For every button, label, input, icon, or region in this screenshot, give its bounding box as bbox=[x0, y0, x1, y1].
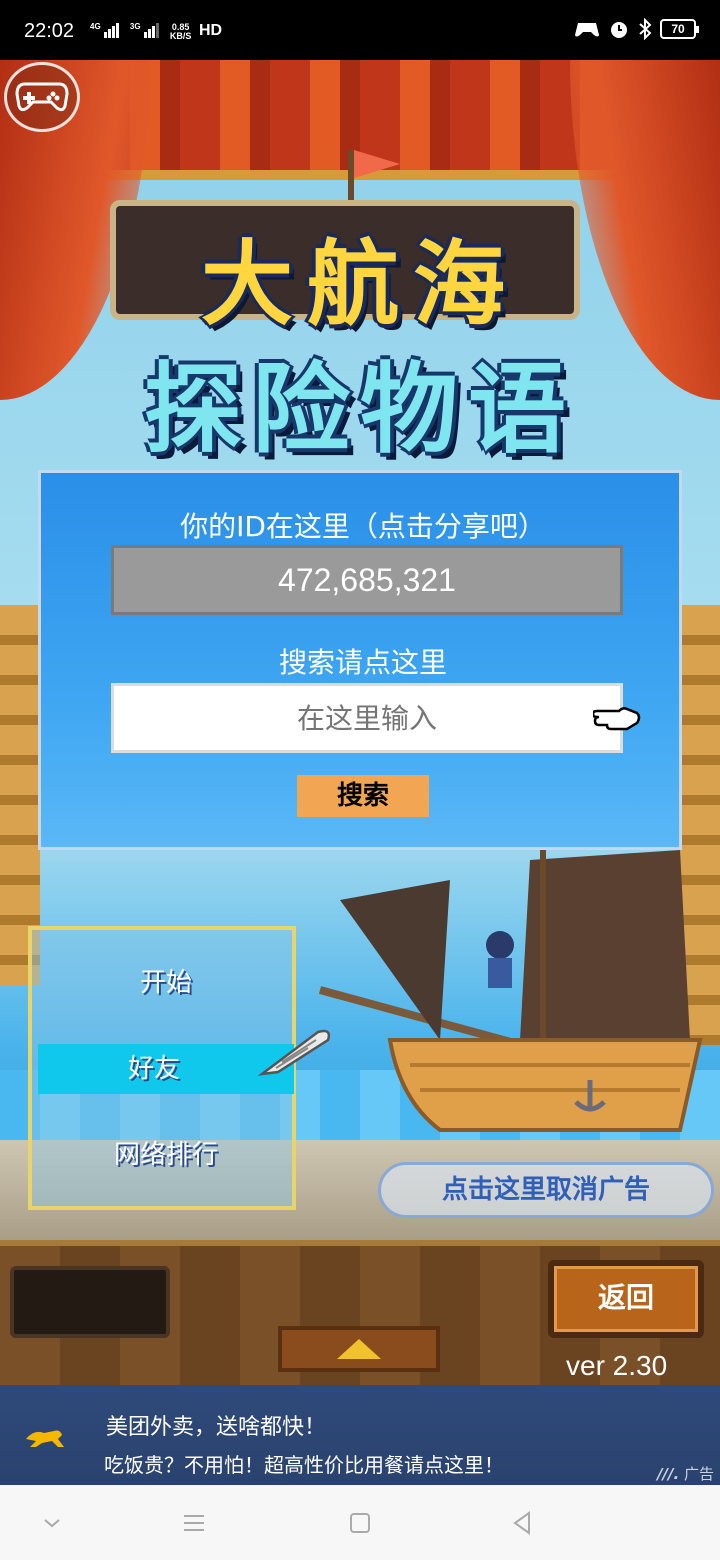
gamepad-icon bbox=[15, 82, 69, 112]
alarm-icon bbox=[611, 22, 627, 38]
status-time: 22:02 bbox=[24, 20, 75, 42]
bluetooth-icon bbox=[639, 18, 652, 40]
game-screen: 大航海 探险物语 你的ID在这里（点击分享吧） 472,685,321 搜索请点… bbox=[0, 60, 720, 1385]
game-title-line2: 探险物语 bbox=[143, 353, 576, 467]
nav-home-button[interactable] bbox=[340, 1507, 380, 1539]
pointing-hand-icon bbox=[593, 707, 641, 731]
chevron-down-icon bbox=[44, 1519, 60, 1528]
game-mode-icon bbox=[575, 23, 599, 37]
bottom-wood-bar: 返回 ver 2.30 bbox=[0, 1240, 720, 1385]
ad-tag-text: 广告 bbox=[683, 1465, 714, 1483]
search-caption: 搜索请点这里 bbox=[278, 646, 447, 679]
nav-menu-button[interactable] bbox=[174, 1507, 214, 1539]
search-input[interactable] bbox=[111, 683, 623, 753]
id-caption: 你的ID在这里（点击分享吧） bbox=[180, 510, 546, 543]
menu-start-button[interactable]: 开始 bbox=[38, 958, 294, 1008]
menu-lines-icon bbox=[184, 1515, 204, 1531]
ad-subline: 吃饭贵？不用怕！超高性价比用餐请点这里！ bbox=[104, 1453, 504, 1477]
battery-icon: 70 bbox=[660, 19, 699, 39]
net-speed-unit: KB/S bbox=[169, 30, 192, 41]
ad-label: ///. 广告 bbox=[657, 1463, 714, 1484]
wing-cursor-icon bbox=[258, 1029, 331, 1076]
network-indicators: 4G 3G 0.85 KB/S HD bbox=[90, 22, 222, 41]
menu-ranking-button[interactable]: 网络排行 bbox=[38, 1130, 294, 1180]
player-id-field[interactable]: 472,685,321 bbox=[111, 545, 623, 615]
network-3g-label: 3G bbox=[129, 22, 141, 31]
system-nav-bar bbox=[0, 1485, 720, 1560]
id-panel: 你的ID在这里（点击分享吧） 472,685,321 搜索请点这里 搜索 bbox=[38, 470, 682, 850]
ad-headline: 美团外卖，送啥都快！ bbox=[106, 1415, 327, 1440]
status-bar: 22:02 4G 3G 0.85 KB/S HD 70 bbox=[0, 0, 720, 60]
ship-illustration bbox=[318, 840, 703, 1132]
version-label: ver 2.30 bbox=[566, 1350, 668, 1381]
network-4g-label: 4G bbox=[90, 22, 101, 31]
empty-slot bbox=[10, 1266, 170, 1338]
net-speed: 0.85 KB/S bbox=[169, 22, 192, 41]
menu-friends-button[interactable]: 好友 bbox=[38, 1044, 294, 1094]
home-square-icon bbox=[350, 1513, 370, 1533]
hd-label: HD bbox=[198, 22, 223, 39]
nav-collapse-button[interactable] bbox=[32, 1507, 72, 1539]
expand-up-button[interactable] bbox=[278, 1326, 440, 1372]
cancel-ad-button[interactable]: 点击这里取消广告 bbox=[378, 1162, 714, 1218]
back-button[interactable]: 返回 bbox=[548, 1260, 704, 1338]
meituan-kangaroo-icon bbox=[26, 1430, 64, 1447]
signal-bars-icon bbox=[104, 22, 120, 41]
main-menu: 开始 好友 网络排行 bbox=[28, 926, 331, 1210]
game-title-line1: 大航海 bbox=[200, 231, 519, 338]
signal-bars-icon-2 bbox=[144, 22, 160, 41]
ad-banner[interactable]: 美团外卖，送啥都快！ 吃饭贵？不用怕！超高性价比用餐请点这里！ ///. 广告 bbox=[0, 1385, 720, 1485]
ad-mark-icon: ///. bbox=[657, 1465, 680, 1483]
search-button[interactable]: 搜索 bbox=[297, 775, 429, 817]
up-arrow-icon bbox=[337, 1339, 381, 1359]
status-icons: 70 bbox=[574, 18, 699, 40]
back-triangle-icon bbox=[513, 1511, 530, 1535]
nav-back-button[interactable] bbox=[502, 1507, 542, 1539]
gamepad-button[interactable] bbox=[4, 62, 80, 132]
